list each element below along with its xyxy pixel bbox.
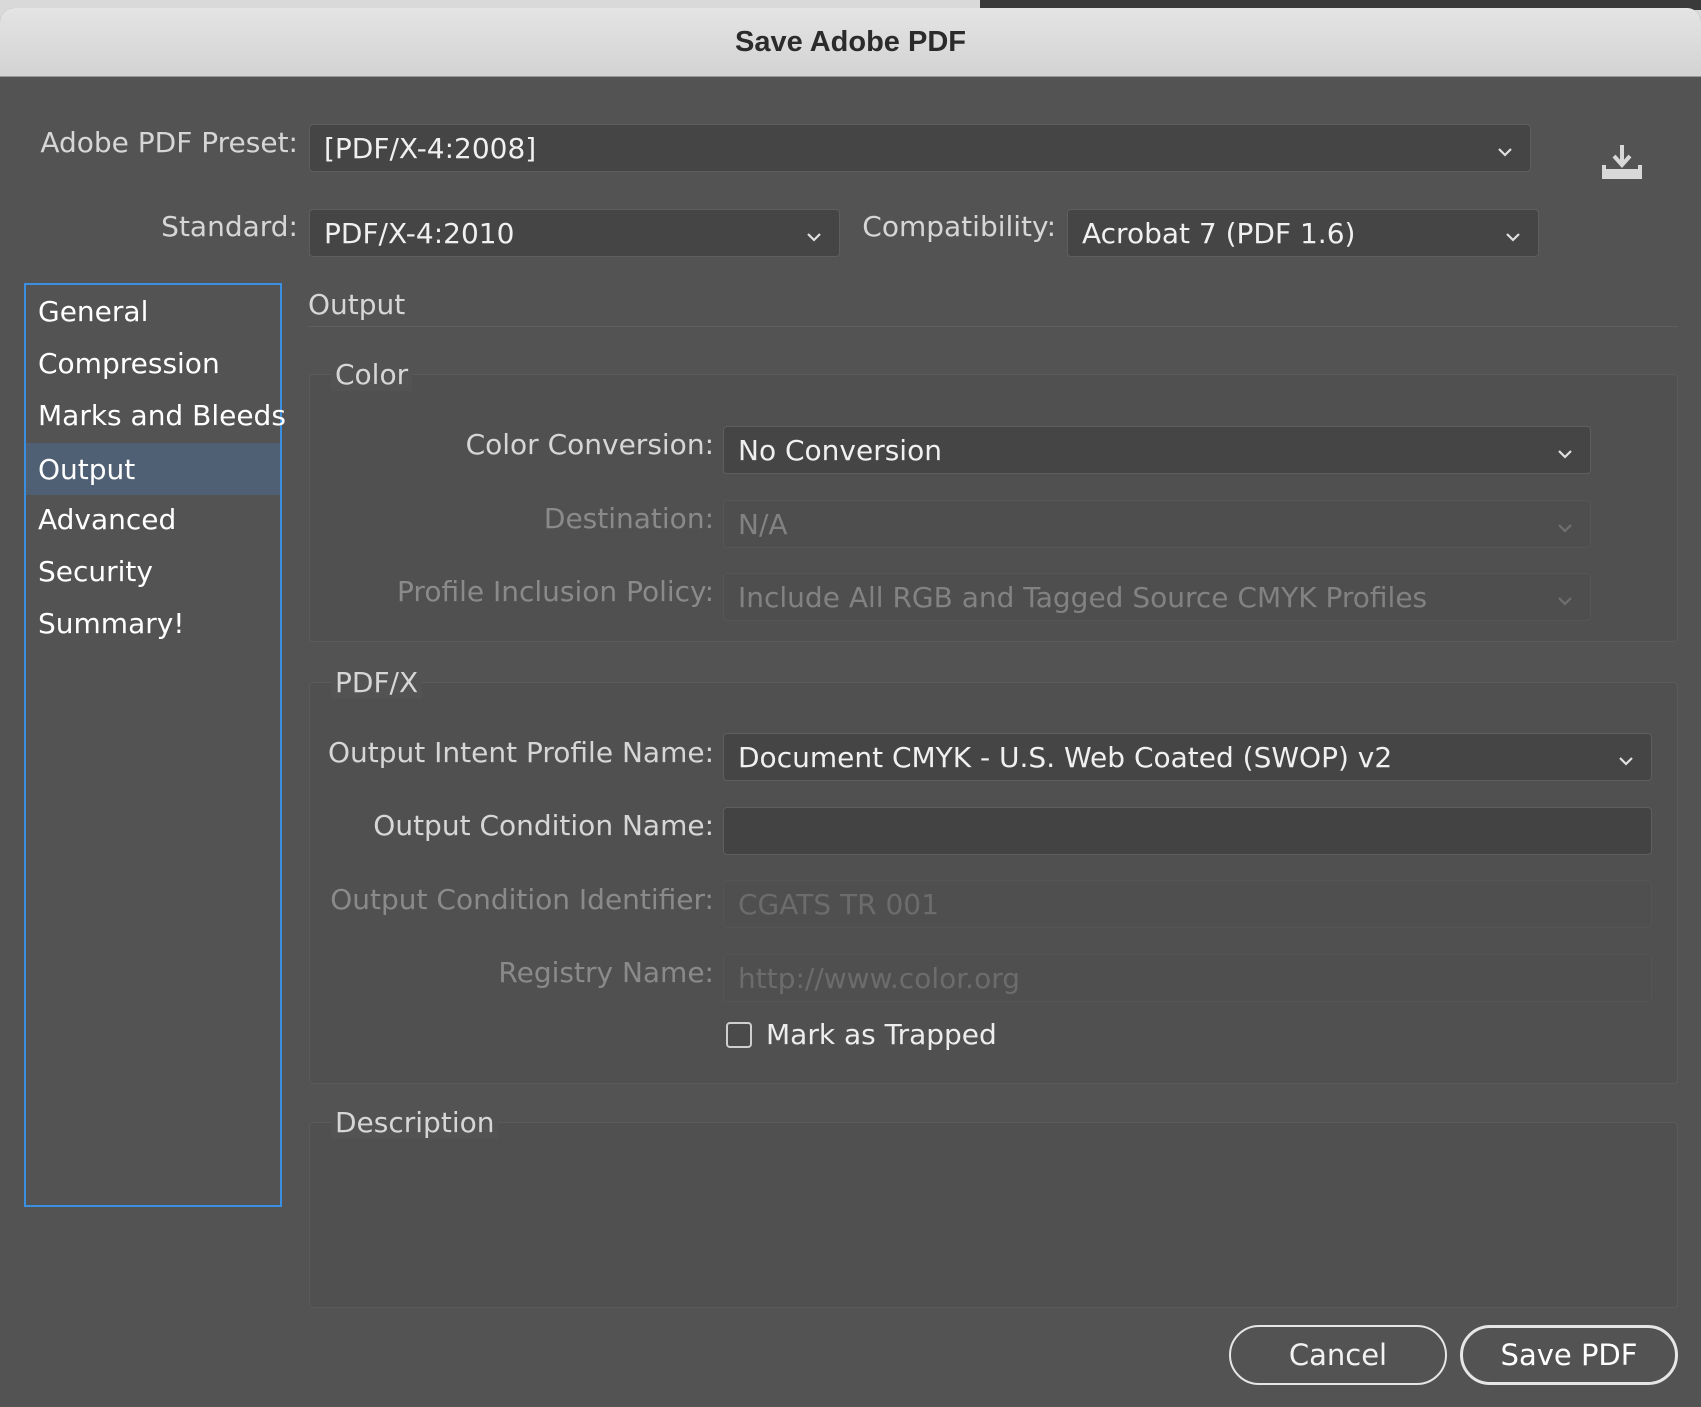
preset-value: [PDF/X-4:2008] [324,131,537,165]
output-intent-dropdown[interactable]: Document CMYK - U.S. Web Coated (SWOP) v… [723,733,1652,781]
profile-policy-label: Profile Inclusion Policy: [397,575,714,608]
standard-dropdown[interactable]: PDF/X-4:2010 [309,209,840,257]
cancel-button[interactable]: Cancel [1229,1325,1447,1385]
description-title: Description [331,1106,499,1139]
output-condition-name-input[interactable] [723,807,1652,855]
compatibility-value: Acrobat 7 (PDF 1.6) [1082,216,1356,250]
description-group [309,1122,1678,1308]
save-pdf-button[interactable]: Save PDF [1460,1325,1678,1385]
color-conversion-dropdown[interactable]: No Conversion [723,426,1591,474]
title-bar: Save Adobe PDF [0,8,1701,77]
sidebar-item-general[interactable]: General [26,287,280,335]
sidebar-item-marks-and-bleeds[interactable]: Marks and Bleeds [26,391,286,439]
pdfx-group-title: PDF/X [331,666,423,699]
output-intent-label: Output Intent Profile Name: [328,736,714,769]
save-adobe-pdf-dialog: Save Adobe PDF Adobe PDF Preset: [PDF/X-… [0,8,1701,1407]
output-condition-identifier-label: Output Condition Identifier: [330,883,714,916]
sidebar-item-advanced[interactable]: Advanced [26,495,280,543]
chevron-down-icon [1554,586,1576,608]
profile-policy-dropdown[interactable]: Include All RGB and Tagged Source CMYK P… [723,573,1591,621]
panel-divider [308,326,1678,327]
sidebar-item-compression[interactable]: Compression [26,339,280,387]
output-condition-name-label: Output Condition Name: [373,809,714,842]
chevron-down-icon [1502,222,1524,244]
chevron-down-icon [1494,137,1516,159]
window-title: Save Adobe PDF [735,25,966,58]
color-conversion-value: No Conversion [738,433,942,467]
preset-label: Adobe PDF Preset: [40,126,298,159]
chevron-down-icon [1615,746,1637,768]
mark-as-trapped-label[interactable]: Mark as Trapped [766,1018,997,1051]
chevron-down-icon [803,222,825,244]
destination-dropdown[interactable]: N/A [723,500,1591,548]
standard-label: Standard: [161,210,298,243]
mark-as-trapped-checkbox[interactable] [726,1022,752,1048]
destination-value: N/A [738,507,788,541]
color-conversion-label: Color Conversion: [465,428,714,461]
standard-value: PDF/X-4:2010 [324,216,515,250]
sidebar-item-security[interactable]: Security [26,547,280,595]
output-intent-value: Document CMYK - U.S. Web Coated (SWOP) v… [738,740,1393,774]
compatibility-label: Compatibility: [862,210,1056,243]
chevron-down-icon [1554,439,1576,461]
registry-name-label: Registry Name: [498,956,714,989]
panel-title: Output [308,288,406,321]
chevron-down-icon [1554,513,1576,535]
output-condition-identifier-input[interactable]: CGATS TR 001 [723,880,1652,928]
preset-dropdown[interactable]: [PDF/X-4:2008] [309,124,1531,172]
sidebar-item-output[interactable]: Output [26,443,280,495]
profile-policy-value: Include All RGB and Tagged Source CMYK P… [738,580,1428,614]
destination-label: Destination: [543,502,714,535]
compatibility-dropdown[interactable]: Acrobat 7 (PDF 1.6) [1067,209,1539,257]
save-preset-icon[interactable] [1602,143,1642,179]
registry-name-input[interactable]: http://www.color.org [723,954,1652,1002]
category-list[interactable]: General Compression Marks and Bleeds Out… [24,283,286,1207]
color-group-title: Color [331,358,413,391]
sidebar-item-summary[interactable]: Summary! [26,599,280,647]
